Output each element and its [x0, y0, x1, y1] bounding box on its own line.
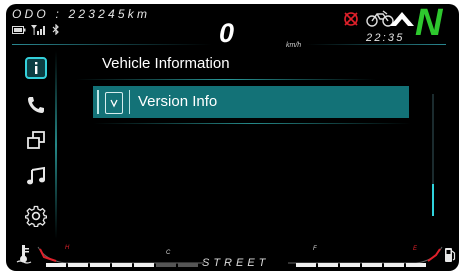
fuel-full-mark: F [313, 246, 317, 252]
bluetooth-icon [52, 24, 59, 35]
windows-icon [27, 131, 45, 149]
temp-gauge [37, 246, 204, 267]
info-icon [25, 57, 47, 79]
selection-marker [97, 90, 99, 114]
speed-unit: km/h [286, 42, 302, 49]
menu-item-version-info[interactable]: Version Info [93, 86, 409, 118]
dashboard-screen: ODO : 223245km 0 km/h 22:35 N Vehicle In… [6, 4, 459, 271]
sidebar-item-windows[interactable] [16, 125, 56, 155]
bottom-gauges: H C STREET F E [6, 239, 459, 271]
version-icon [105, 92, 123, 114]
riding-mode-label: STREET [202, 257, 270, 269]
title-divider [76, 79, 376, 80]
road-warning-icon [390, 12, 414, 26]
signal-icon [31, 24, 45, 35]
fuel-gauge [288, 246, 443, 267]
fuel-empty-mark: E [413, 246, 418, 252]
sidebar-divider [55, 51, 57, 239]
traction-off-warning-icon [344, 12, 358, 26]
speed-value: 0 [219, 18, 235, 48]
fuel-pump-icon [445, 248, 456, 262]
sidebar-item-music[interactable] [16, 161, 56, 191]
menu-item-label: Version Info [138, 93, 218, 110]
odometer-readout: ODO : 223245km [12, 7, 151, 21]
sidebar-item-settings[interactable] [16, 201, 56, 231]
scrollbar-thumb[interactable] [432, 184, 434, 216]
sidebar-item-info[interactable] [16, 53, 56, 83]
status-bar [12, 24, 60, 35]
icon-separator [129, 90, 130, 114]
battery-icon [12, 25, 26, 34]
phone-icon [28, 97, 44, 113]
coolant-temp-icon [16, 245, 32, 264]
sidebar-item-phone[interactable] [16, 90, 56, 120]
item-divider [93, 123, 411, 124]
gear-icon [25, 205, 47, 227]
temp-high-mark: H [65, 245, 70, 251]
header-divider-left [12, 44, 212, 45]
music-icon [27, 166, 45, 185]
clock-readout: 22:35 [366, 32, 405, 44]
gear-indicator: N [415, 4, 443, 44]
page-title: Vehicle Information [102, 55, 230, 72]
sidebar [16, 51, 56, 239]
temp-low-mark: C [166, 250, 171, 256]
